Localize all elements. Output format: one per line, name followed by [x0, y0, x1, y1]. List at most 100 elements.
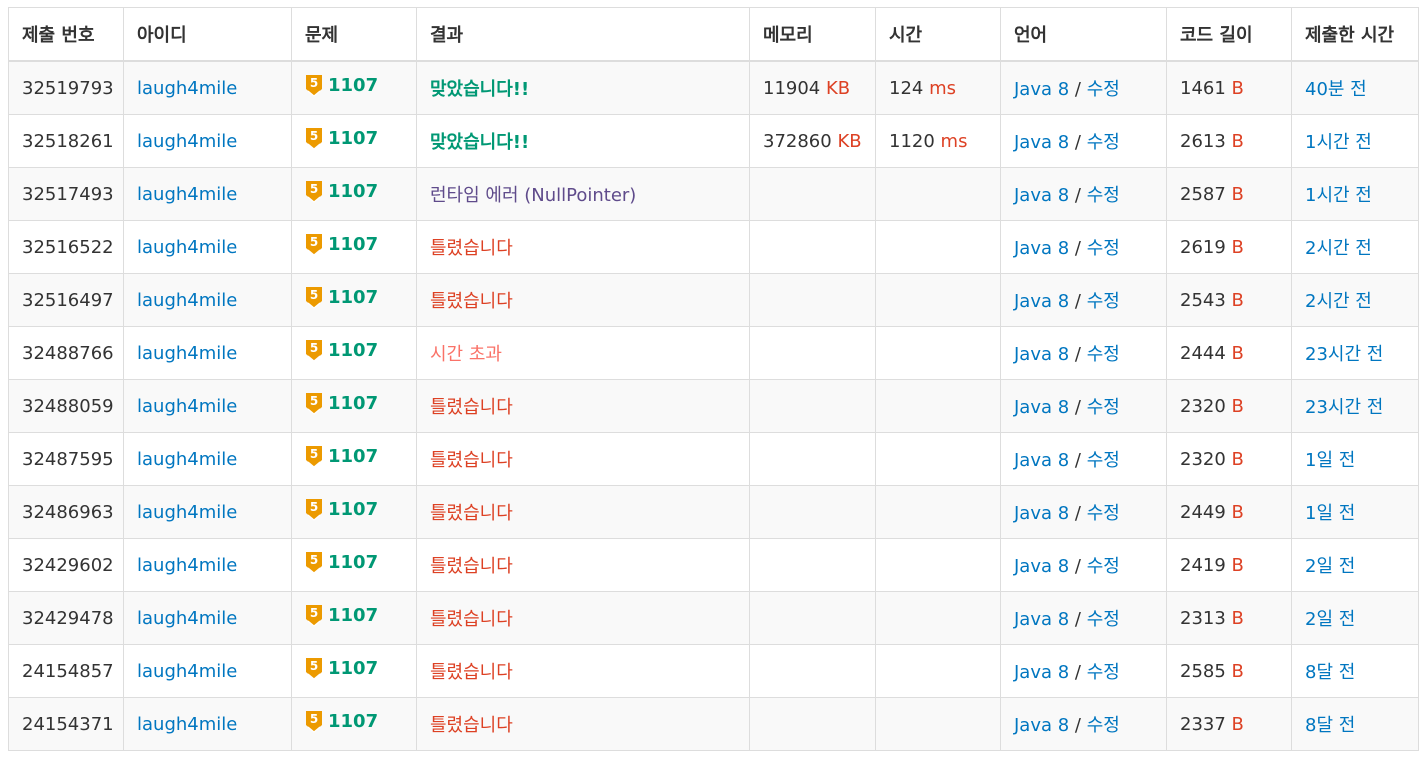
problem-link[interactable]: 5 1107: [305, 233, 378, 256]
problem-link[interactable]: 5 1107: [305, 498, 378, 521]
edit-code-link[interactable]: 수정: [1087, 185, 1120, 206]
header-submitted-time: 제출한 시간: [1291, 7, 1419, 62]
memory-value: 372860: [763, 130, 832, 152]
language-cell: Java 8 / 수정: [1000, 273, 1167, 327]
edit-code-link[interactable]: 수정: [1087, 715, 1120, 736]
tier-level-label: 5: [310, 712, 318, 726]
memory-cell: 372860 KB: [749, 114, 876, 168]
problem-link[interactable]: 5 1107: [305, 127, 378, 150]
submitted-time-link[interactable]: 2시간 전: [1305, 238, 1372, 259]
submitted-time-link[interactable]: 1시간 전: [1305, 132, 1372, 153]
language-link[interactable]: Java 8: [1014, 397, 1069, 418]
problem-link[interactable]: 5 1107: [305, 551, 378, 574]
user-id-cell: laugh4mile: [123, 220, 292, 274]
user-id-link[interactable]: laugh4mile: [137, 449, 237, 470]
problem-link[interactable]: 5 1107: [305, 392, 378, 415]
submission-id: 32518261: [22, 130, 114, 152]
code-length-cell: 2449 B: [1166, 485, 1292, 539]
tier-level-label: 5: [310, 606, 318, 620]
edit-code-link[interactable]: 수정: [1087, 397, 1120, 418]
user-id-link[interactable]: laugh4mile: [137, 184, 237, 205]
problem-link[interactable]: 5 1107: [305, 604, 378, 627]
submitted-time-link[interactable]: 1시간 전: [1305, 185, 1372, 206]
submitted-time-link[interactable]: 2일 전: [1305, 556, 1355, 577]
edit-code-link[interactable]: 수정: [1087, 79, 1120, 100]
submitted-time-link[interactable]: 2일 전: [1305, 609, 1355, 630]
language-separator: /: [1069, 556, 1087, 577]
edit-code-link[interactable]: 수정: [1087, 132, 1120, 153]
language-link[interactable]: Java 8: [1014, 609, 1069, 630]
problem-link[interactable]: 5 1107: [305, 710, 378, 733]
user-id-cell: laugh4mile: [123, 538, 292, 592]
language-link[interactable]: Java 8: [1014, 291, 1069, 312]
submission-id: 24154371: [22, 713, 114, 735]
edit-code-link[interactable]: 수정: [1087, 662, 1120, 683]
user-id-link[interactable]: laugh4mile: [137, 396, 237, 417]
result-cell: 맞았습니다!!: [416, 114, 750, 168]
submitted-time-link[interactable]: 8달 전: [1305, 662, 1355, 683]
submitted-time-link[interactable]: 40분 전: [1305, 79, 1367, 100]
submitted-time-cell: 2시간 전: [1291, 220, 1419, 274]
problem-link[interactable]: 5 1107: [305, 339, 378, 362]
user-id-link[interactable]: laugh4mile: [137, 343, 237, 364]
submitted-time-link[interactable]: 1일 전: [1305, 450, 1355, 471]
submitted-time-cell: 40분 전: [1291, 60, 1419, 115]
language-link[interactable]: Java 8: [1014, 450, 1069, 471]
user-id-link[interactable]: laugh4mile: [137, 661, 237, 682]
user-id-cell: laugh4mile: [123, 114, 292, 168]
problem-link[interactable]: 5 1107: [305, 180, 378, 203]
memory-cell: [749, 644, 876, 698]
problem-link[interactable]: 5 1107: [305, 657, 378, 680]
edit-code-link[interactable]: 수정: [1087, 238, 1120, 259]
language-link[interactable]: Java 8: [1014, 344, 1069, 365]
language-link[interactable]: Java 8: [1014, 662, 1069, 683]
language-cell: Java 8 / 수정: [1000, 167, 1167, 221]
code-length-value: 2444: [1180, 342, 1226, 364]
submitted-time-link[interactable]: 1일 전: [1305, 503, 1355, 524]
edit-code-link[interactable]: 수정: [1087, 291, 1120, 312]
submitted-time-link[interactable]: 23시간 전: [1305, 397, 1383, 418]
edit-code-link[interactable]: 수정: [1087, 609, 1120, 630]
language-separator: /: [1069, 662, 1087, 683]
language-link[interactable]: Java 8: [1014, 503, 1069, 524]
problem-link[interactable]: 5 1107: [305, 286, 378, 309]
tier-level-label: 5: [310, 288, 318, 302]
language-separator: /: [1069, 715, 1087, 736]
submitted-time-link[interactable]: 8달 전: [1305, 715, 1355, 736]
time-cell: [875, 379, 1001, 433]
edit-code-link[interactable]: 수정: [1087, 556, 1120, 577]
submitted-time-link[interactable]: 23시간 전: [1305, 344, 1383, 365]
language-link[interactable]: Java 8: [1014, 715, 1069, 736]
submitted-time-link[interactable]: 2시간 전: [1305, 291, 1372, 312]
language-link[interactable]: Java 8: [1014, 185, 1069, 206]
problem-link[interactable]: 5 1107: [305, 445, 378, 468]
language-link[interactable]: Java 8: [1014, 556, 1069, 577]
gold-5-tier-icon: 5: [306, 181, 322, 203]
user-id-link[interactable]: laugh4mile: [137, 78, 237, 99]
problem-cell: 5 1107: [291, 432, 417, 486]
edit-code-link[interactable]: 수정: [1087, 450, 1120, 471]
user-id-link[interactable]: laugh4mile: [137, 502, 237, 523]
edit-code-link[interactable]: 수정: [1087, 344, 1120, 365]
memory-cell: [749, 591, 876, 645]
user-id-link[interactable]: laugh4mile: [137, 237, 237, 258]
result-cell: 틀렸습니다: [416, 220, 750, 274]
user-id-link[interactable]: laugh4mile: [137, 290, 237, 311]
code-length-value: 2320: [1180, 395, 1226, 417]
header-memory: 메모리: [749, 7, 876, 62]
edit-code-link[interactable]: 수정: [1087, 503, 1120, 524]
problem-link[interactable]: 5 1107: [305, 74, 378, 97]
user-id-link[interactable]: laugh4mile: [137, 555, 237, 576]
language-link[interactable]: Java 8: [1014, 238, 1069, 259]
language-link[interactable]: Java 8: [1014, 79, 1069, 100]
result-text: 틀렸습니다: [430, 238, 513, 259]
user-id-link[interactable]: laugh4mile: [137, 131, 237, 152]
code-length-cell: 2419 B: [1166, 538, 1292, 592]
language-link[interactable]: Java 8: [1014, 132, 1069, 153]
submission-id: 32519793: [22, 77, 114, 99]
user-id-link[interactable]: laugh4mile: [137, 608, 237, 629]
user-id-link[interactable]: laugh4mile: [137, 714, 237, 735]
time-cell: [875, 326, 1001, 380]
problem-id: 1107: [328, 287, 379, 308]
gold-5-tier-icon: 5: [306, 287, 322, 309]
